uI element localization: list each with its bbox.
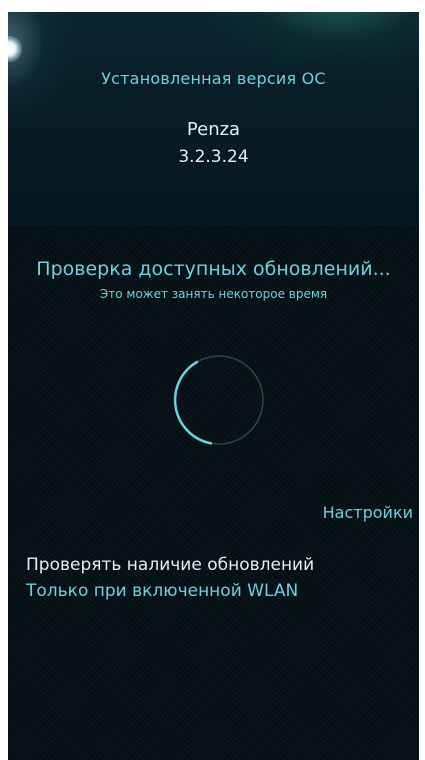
check-updates-value: Только при включенной WLAN xyxy=(26,581,299,601)
check-updates-setting[interactable]: Проверять наличие обновлений Только при … xyxy=(26,552,411,604)
update-check-panel: Проверка доступных обновлений... Это мож… xyxy=(8,226,419,760)
checking-updates-title: Проверка доступных обновлений... xyxy=(36,258,391,280)
checking-updates-subtitle: Это может занять некоторое время xyxy=(99,287,328,301)
os-name: Penza xyxy=(186,119,241,140)
installed-os-panel: Установленная версия ОС Penza 3.2.3.24 xyxy=(8,12,419,226)
settings-section-header: Настройки xyxy=(322,503,413,522)
ambience-glow-icon xyxy=(8,36,22,62)
os-version: 3.2.3.24 xyxy=(178,147,249,167)
check-updates-label: Проверять наличие обновлений xyxy=(26,555,315,575)
update-screen: Установленная версия ОС Penza 3.2.3.24 П… xyxy=(8,12,419,760)
busy-spinner-icon xyxy=(173,355,264,445)
installed-os-label: Установленная версия ОС xyxy=(101,69,326,88)
